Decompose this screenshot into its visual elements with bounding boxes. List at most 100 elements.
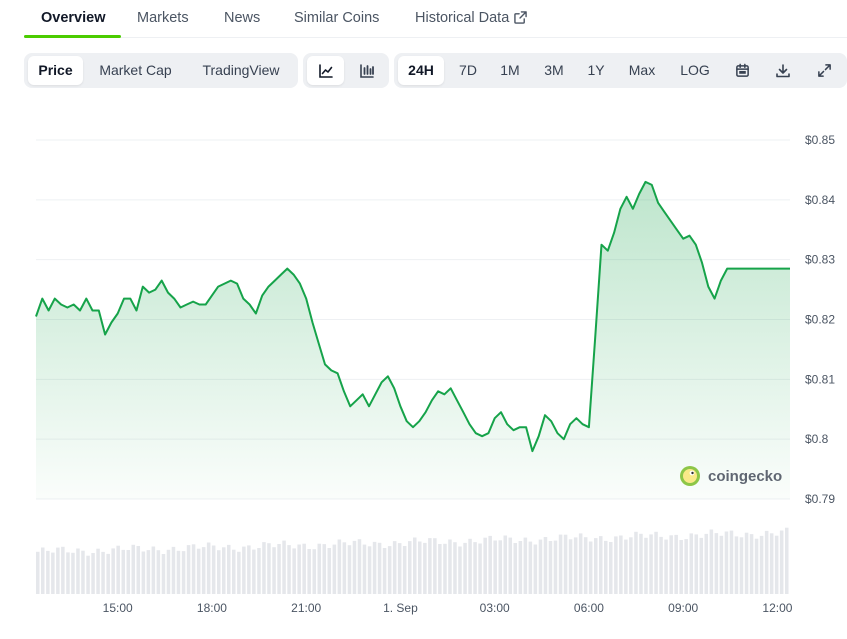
- volume-bar: [498, 540, 503, 594]
- volume-bar: [161, 554, 166, 594]
- volume-bar: [91, 553, 95, 594]
- volume-bar: [262, 542, 266, 594]
- volume-bar: [644, 537, 648, 594]
- volume-bar: [307, 549, 311, 594]
- volume-bar: [66, 552, 70, 594]
- volume-bar: [664, 539, 668, 594]
- volume-bar: [116, 545, 120, 594]
- volume-bar: [56, 547, 60, 594]
- volume-bar: [764, 530, 769, 594]
- y-tick-label: $0.81: [805, 372, 835, 386]
- volume-bar: [191, 544, 196, 594]
- volume-bar: [619, 535, 623, 594]
- volume-bar: [327, 548, 332, 594]
- volume-bar: [317, 543, 322, 594]
- volume-bar: [458, 546, 462, 594]
- volume-bar: [357, 539, 362, 594]
- volume-bar: [402, 546, 407, 594]
- volume-bar: [272, 547, 276, 594]
- x-axis-labels: 15:00 18:00 21:00 1. Sep 03:00 06:00 09:00 12:0…: [103, 601, 793, 615]
- x-tick-label: 03:00: [480, 601, 510, 615]
- y-tick-label: $0.84: [805, 193, 835, 207]
- volume-bar: [232, 549, 236, 594]
- volume-bar: [332, 544, 337, 594]
- volume-bar: [81, 550, 85, 594]
- volume-bar: [624, 539, 628, 594]
- volume-bar: [237, 551, 241, 594]
- volume-bar: [121, 549, 126, 594]
- volume-bar: [629, 537, 633, 594]
- volume-bar: [166, 549, 171, 594]
- volume-bar: [141, 551, 146, 594]
- volume-bar: [679, 540, 683, 594]
- volume-bar: [483, 537, 487, 594]
- volume-bar: [392, 541, 397, 594]
- coingecko-logo-inner: [683, 469, 697, 483]
- volume-bar: [543, 537, 548, 594]
- x-tick-label: 15:00: [103, 601, 133, 615]
- volume-bar: [463, 542, 467, 594]
- volume-bar: [186, 545, 191, 594]
- volume-bar: [588, 541, 593, 594]
- volume-bar: [156, 550, 161, 594]
- y-axis-labels: $0.85 $0.84 $0.83 $0.82 $0.81 $0.8 $0.79: [805, 133, 835, 506]
- volume-bar: [563, 534, 568, 594]
- volume-bar: [739, 537, 744, 594]
- volume-bar: [689, 533, 694, 594]
- volume-bar: [724, 531, 729, 594]
- coingecko-watermark: coingecko: [680, 466, 782, 486]
- volume-bar: [222, 547, 226, 594]
- volume-bar: [468, 538, 472, 594]
- volume-bar: [126, 550, 131, 594]
- volume-bar: [342, 542, 347, 594]
- x-tick-label: 1. Sep: [383, 601, 418, 615]
- volume-bar: [196, 548, 201, 594]
- volume-bar: [533, 544, 538, 594]
- volume-bar: [206, 542, 211, 594]
- volume-bar: [428, 538, 432, 594]
- volume-bar: [101, 551, 105, 594]
- y-tick-label: $0.82: [805, 313, 835, 327]
- volume-bar: [211, 545, 216, 594]
- volume-bar: [377, 542, 382, 594]
- volume-bar: [503, 535, 508, 594]
- volume-bar: [372, 541, 377, 594]
- volume-bar: [684, 539, 688, 594]
- volume-bar: [453, 542, 457, 594]
- volume-bar: [41, 547, 45, 594]
- volume-bar: [538, 539, 543, 594]
- volume-bar: [513, 543, 518, 594]
- volume-bar: [548, 541, 553, 594]
- volume-bar: [242, 546, 246, 594]
- x-tick-label: 12:00: [762, 601, 792, 615]
- volume-bar: [46, 550, 50, 594]
- volume-bar: [508, 537, 513, 594]
- volume-bar: [634, 531, 638, 594]
- volume-bar: [362, 544, 367, 594]
- volume-bar: [136, 546, 141, 594]
- volume-bar: [76, 548, 80, 594]
- volume-bar: [558, 534, 563, 594]
- volume-bar: [176, 550, 181, 594]
- x-tick-label: 09:00: [668, 601, 698, 615]
- volume-bar: [448, 539, 452, 594]
- volume-bar: [478, 543, 482, 594]
- volume-bar: [583, 537, 588, 594]
- volume-bar: [96, 548, 100, 594]
- volume-bar: [473, 542, 477, 594]
- volume-bar: [734, 536, 739, 594]
- volume-bar: [418, 541, 422, 594]
- x-tick-label: 06:00: [574, 601, 604, 615]
- volume-bar: [382, 548, 387, 594]
- volume-bar: [247, 545, 251, 594]
- volume-bar: [267, 543, 271, 594]
- volume-bar: [131, 544, 136, 594]
- volume-bar: [387, 546, 392, 594]
- volume-bar: [528, 541, 533, 594]
- price-chart[interactable]: $0.85 $0.84 $0.83 $0.82 $0.81 $0.8 $0.79 15:00…: [0, 0, 847, 639]
- volume-bar: [151, 546, 156, 594]
- volume-bar: [573, 537, 578, 594]
- y-tick-label: $0.79: [805, 492, 835, 506]
- volume-bar: [729, 530, 734, 594]
- volume-bar: [297, 544, 301, 594]
